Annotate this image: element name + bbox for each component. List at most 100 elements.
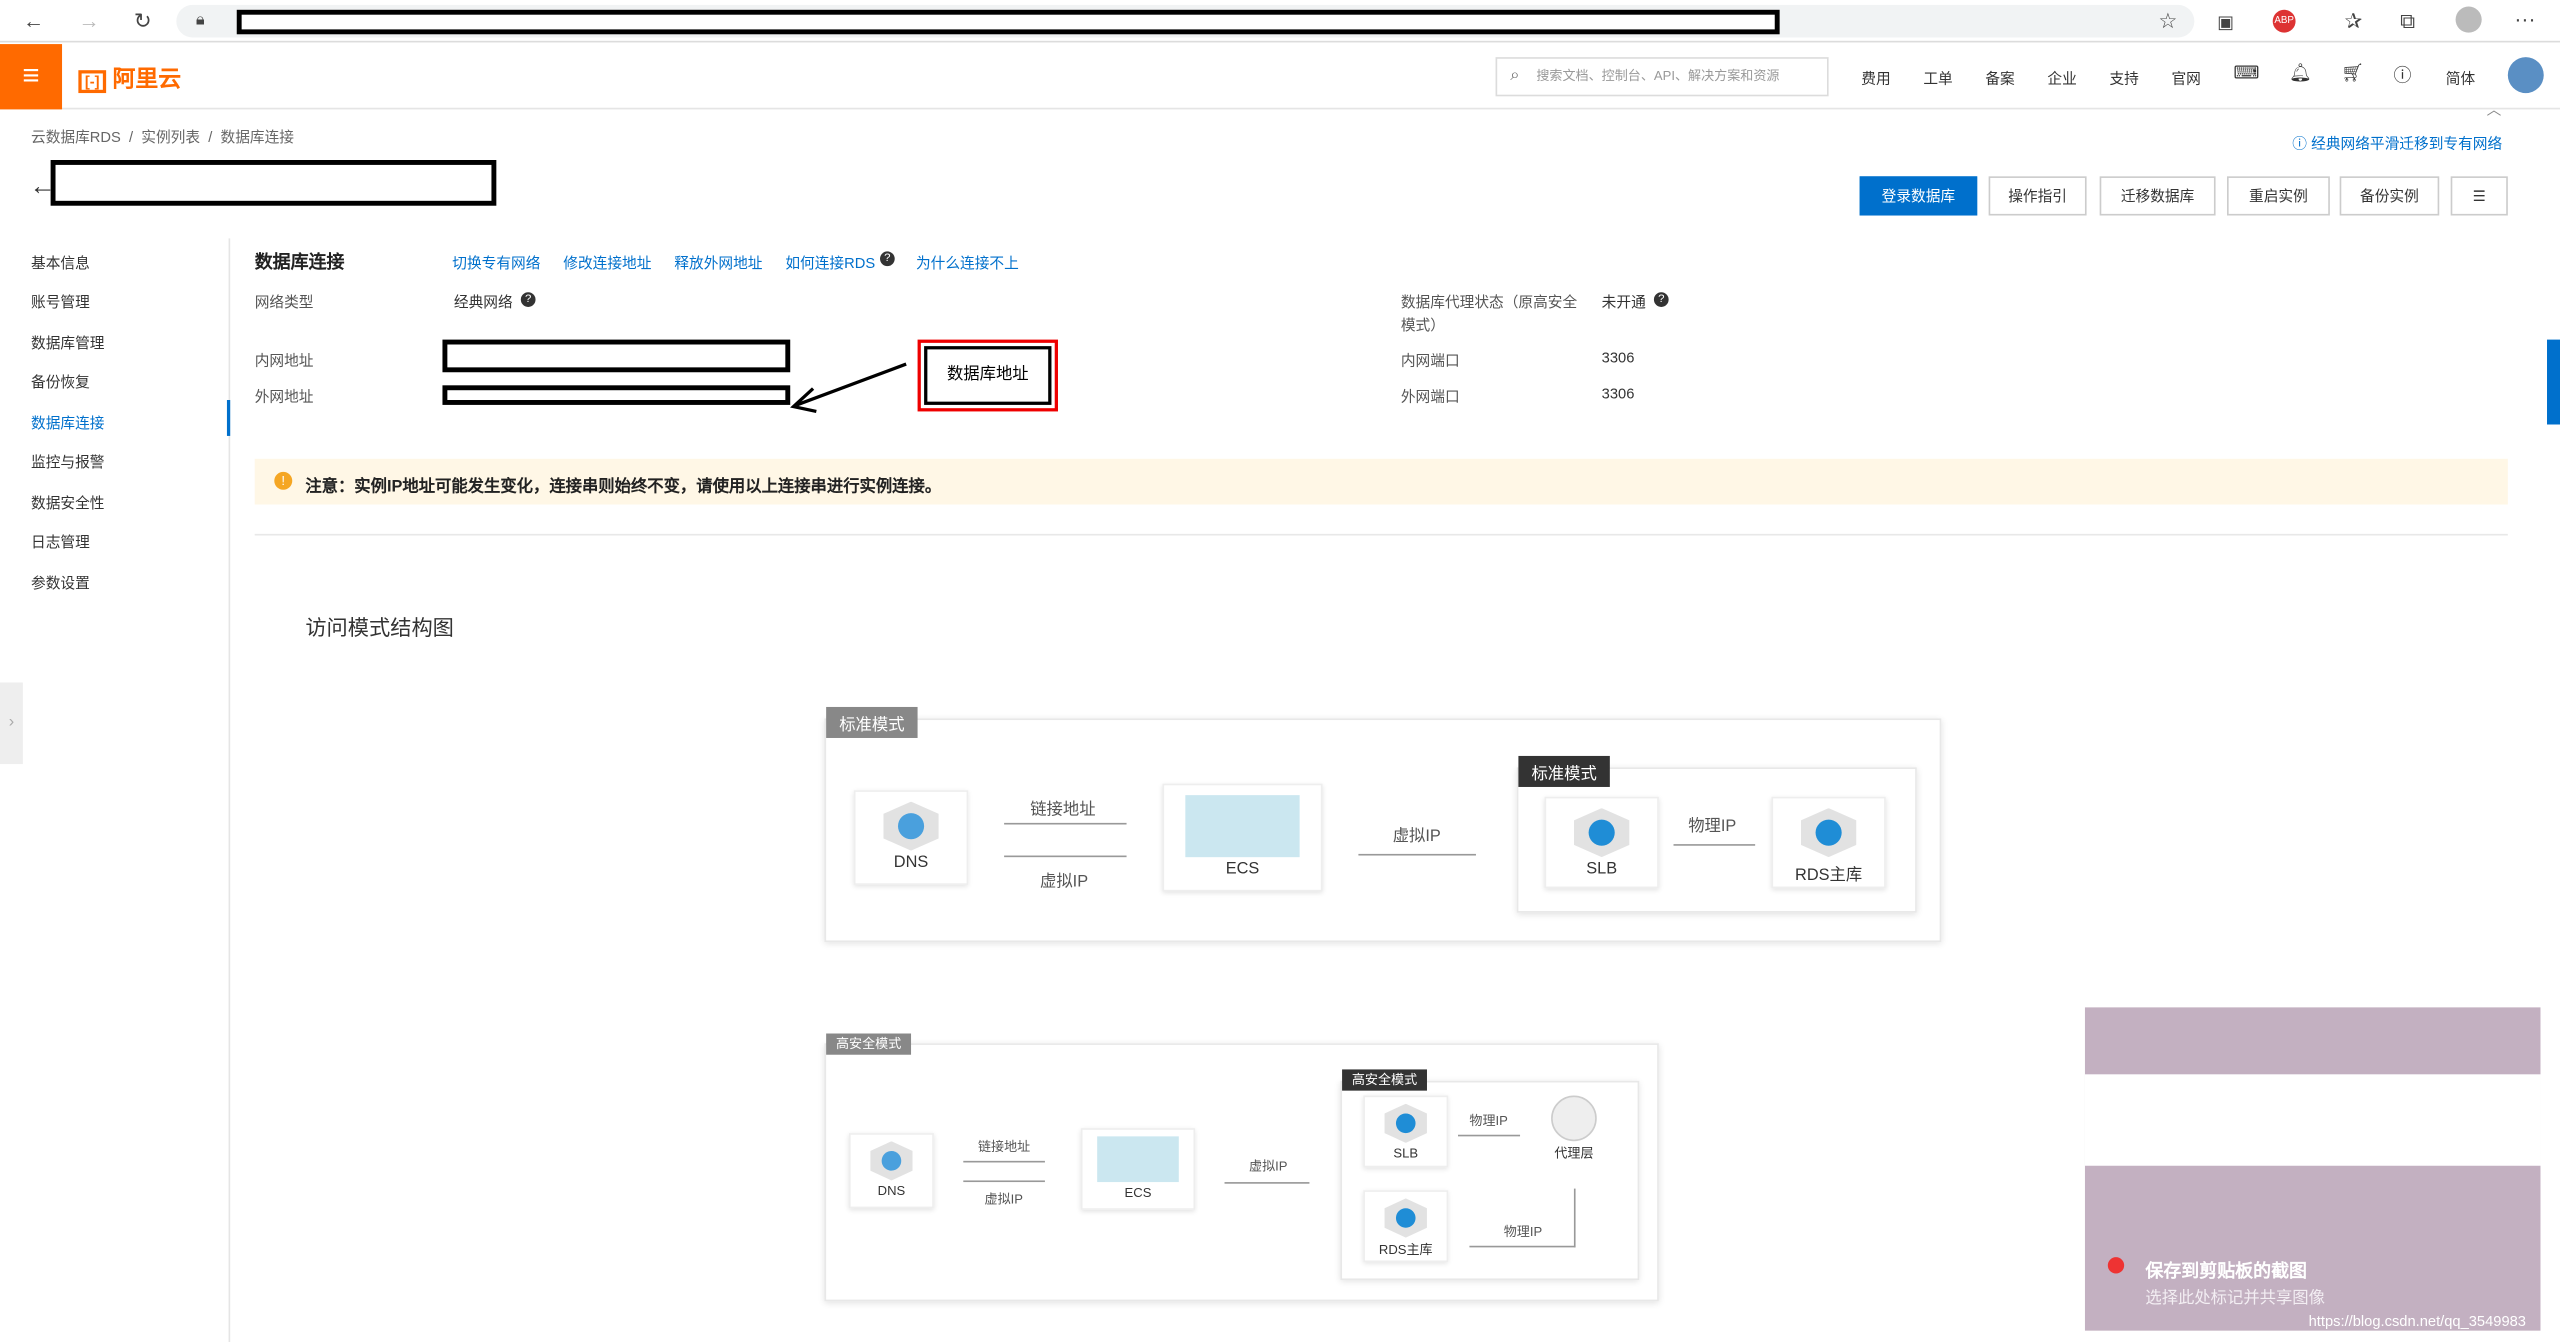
snip-icon <box>2107 1257 2125 1274</box>
link-address-label-secure: 链接地址 <box>977 1139 1031 1155</box>
more-icon[interactable]: ··· <box>2514 7 2535 33</box>
divider <box>254 533 2508 536</box>
network-type-value: 经典网络 <box>453 293 513 311</box>
annotation-arrow <box>790 362 907 414</box>
sidebar-item-basic-info[interactable]: 基本信息 <box>31 251 90 272</box>
virtual-ip-label: 虚拟IP <box>1040 873 1089 892</box>
secure-inner-tag: 高安全模式 <box>1342 1069 1427 1091</box>
physical-ip-label: 物理IP <box>1688 817 1737 836</box>
migrate-database-button[interactable]: 迁移数据库 <box>2099 176 2216 216</box>
login-database-button[interactable]: 登录数据库 <box>1859 176 1978 216</box>
toast-subtitle: 选择此处标记并共享图像 <box>2145 1289 2325 1308</box>
help-icon[interactable]: ⓘ <box>2394 62 2412 88</box>
favorites-icon[interactable]: ✰ <box>2345 8 2363 34</box>
nav-official[interactable]: 官网 <box>2171 67 2200 88</box>
more-actions-button[interactable]: ☰ <box>2450 176 2508 216</box>
extension-icon[interactable]: ▣ <box>2217 10 2234 36</box>
how-to-connect-link[interactable]: 如何连接RDS <box>785 251 875 272</box>
abp-icon[interactable]: ABP <box>2272 9 2296 33</box>
collections-icon[interactable]: ⧉ <box>2400 8 2415 34</box>
collapse-icon[interactable]: ︿ <box>2487 98 2502 119</box>
ecs-node-secure: ECS <box>1080 1128 1196 1210</box>
release-public-link[interactable]: 释放外网地址 <box>674 251 762 272</box>
standard-inner-tag: 标准模式 <box>1518 755 1610 787</box>
annotation-label: 数据库地址 <box>924 346 1052 405</box>
vpc-migration-link[interactable]: ⓘ 经典网络平滑迁移到专有网络 <box>2292 132 2502 153</box>
terminal-icon[interactable]: ⌨ <box>2234 62 2260 84</box>
redacted-outer-address <box>442 385 791 405</box>
sidebar-item-parameters[interactable]: 参数设置 <box>31 571 90 592</box>
aliyun-logo[interactable]: [-] 阿里云 <box>78 62 181 95</box>
help-icon: ? <box>880 251 895 267</box>
notice-banner: ! 注意：实例IP地址可能发生变化，连接串则始终不变，请使用以上连接串进行实例连… <box>254 458 2508 505</box>
sidebar-item-databases[interactable]: 数据库管理 <box>31 331 104 352</box>
nav-tickets[interactable]: 工单 <box>1923 67 1952 88</box>
right-panel-toggle[interactable] <box>2547 339 2560 425</box>
menu-icon[interactable]: ≡ <box>0 44 63 110</box>
nav-support[interactable]: 支持 <box>2109 67 2138 88</box>
profile-icon[interactable] <box>2455 6 2482 33</box>
cart-icon[interactable]: 🛒︎ <box>2341 62 2364 84</box>
why-cannot-connect-link[interactable]: 为什么连接不上 <box>916 251 1019 272</box>
redacted-inner-address <box>442 339 791 373</box>
breadcrumb: 云数据库RDS / 实例列表 / 数据库连接 <box>31 128 295 146</box>
proxy-status-value: 未开通 <box>1601 293 1646 311</box>
restart-instance-button[interactable]: 重启实例 <box>2227 176 2330 216</box>
search-input[interactable]: ⌕ 搜索文档、控制台、API、解决方案和资源 <box>1495 57 1829 97</box>
forward-icon[interactable]: → <box>78 8 99 34</box>
dns-node-secure: DNS <box>849 1133 934 1209</box>
nav-enterprise[interactable]: 企业 <box>2047 67 2076 88</box>
standard-mode-tag: 标准模式 <box>826 706 918 738</box>
warning-icon: ! <box>274 471 293 490</box>
diagram-title: 访问模式结构图 <box>305 615 454 641</box>
breadcrumb-rds[interactable]: 云数据库RDS <box>31 129 121 145</box>
bell-icon[interactable]: 🔔︎ <box>2289 62 2312 84</box>
annotation-box: 数据库地址 <box>917 339 1058 412</box>
proxy-node: 代理层 <box>1531 1092 1617 1168</box>
sidebar-toggle[interactable]: › <box>0 682 23 765</box>
physical-ip-label-secure: 物理IP <box>1469 1113 1508 1129</box>
lock-icon: 🔒︎ <box>195 11 205 30</box>
sidebar-item-connection[interactable]: 数据库连接 <box>31 411 104 432</box>
sidebar-active-indicator <box>226 400 231 436</box>
browser-toolbar: ← → ↻ 🔒︎ ☆ ▣ ABP ✰ ⧉ ··· <box>0 0 2560 43</box>
proxy-status-label: 数据库代理状态（原高安全模式） <box>1400 293 1578 334</box>
virtual-ip-label-secure-2: 虚拟IP <box>1249 1159 1288 1174</box>
breadcrumb-current: 数据库连接 <box>220 128 295 146</box>
refresh-icon[interactable]: ↻ <box>134 8 152 34</box>
sidebar-item-logs[interactable]: 日志管理 <box>31 531 90 552</box>
toast-title: 保存到剪贴板的截图 <box>2145 1262 2308 1282</box>
breadcrumb-instances[interactable]: 实例列表 <box>141 129 200 145</box>
backup-instance-button[interactable]: 备份实例 <box>2339 176 2440 216</box>
guide-button[interactable]: 操作指引 <box>1988 176 2087 216</box>
outer-port-label: 外网端口 <box>1400 388 1460 405</box>
sidebar-item-security[interactable]: 数据安全性 <box>31 491 104 512</box>
nav-icp[interactable]: 备案 <box>1985 67 2014 88</box>
arrow-left <box>963 1160 1045 1163</box>
arrow-right <box>963 1180 1045 1183</box>
nav-fees[interactable]: 费用 <box>1861 67 1890 88</box>
back-icon[interactable]: ← <box>23 8 44 34</box>
inner-port-label: 内网端口 <box>1400 352 1460 369</box>
search-placeholder: 搜索文档、控制台、API、解决方案和资源 <box>1536 68 1780 84</box>
arrow-right <box>1673 844 1756 846</box>
language-switch[interactable]: 简体 <box>2446 67 2475 88</box>
network-type-label: 网络类型 <box>254 293 314 311</box>
outer-port-value: 3306 <box>1601 385 1635 402</box>
redacted-instance-name <box>50 160 497 206</box>
link-address-label: 链接地址 <box>1030 801 1096 820</box>
screenshot-toast[interactable]: 保存到剪贴板的截图 选择此处标记并共享图像 <box>2084 1007 2541 1331</box>
inner-port-value: 3306 <box>1601 349 1635 366</box>
avatar[interactable] <box>2507 57 2544 94</box>
modify-address-link[interactable]: 修改连接地址 <box>563 251 651 272</box>
rds-master-node-secure: RDS主库 <box>1363 1190 1449 1263</box>
arrow-right <box>1358 853 1476 856</box>
switch-vpc-link[interactable]: 切换专有网络 <box>452 251 540 272</box>
arrow-right <box>1004 855 1127 858</box>
sidebar-item-monitoring[interactable]: 监控与报警 <box>31 451 104 472</box>
search-icon: ⌕ <box>1510 66 1520 85</box>
sidebar-item-accounts[interactable]: 账号管理 <box>31 291 90 312</box>
sidebar-item-backup[interactable]: 备份恢复 <box>31 371 90 392</box>
question-icon: ⓘ <box>2292 135 2308 152</box>
star-icon[interactable]: ☆ <box>2158 8 2177 34</box>
